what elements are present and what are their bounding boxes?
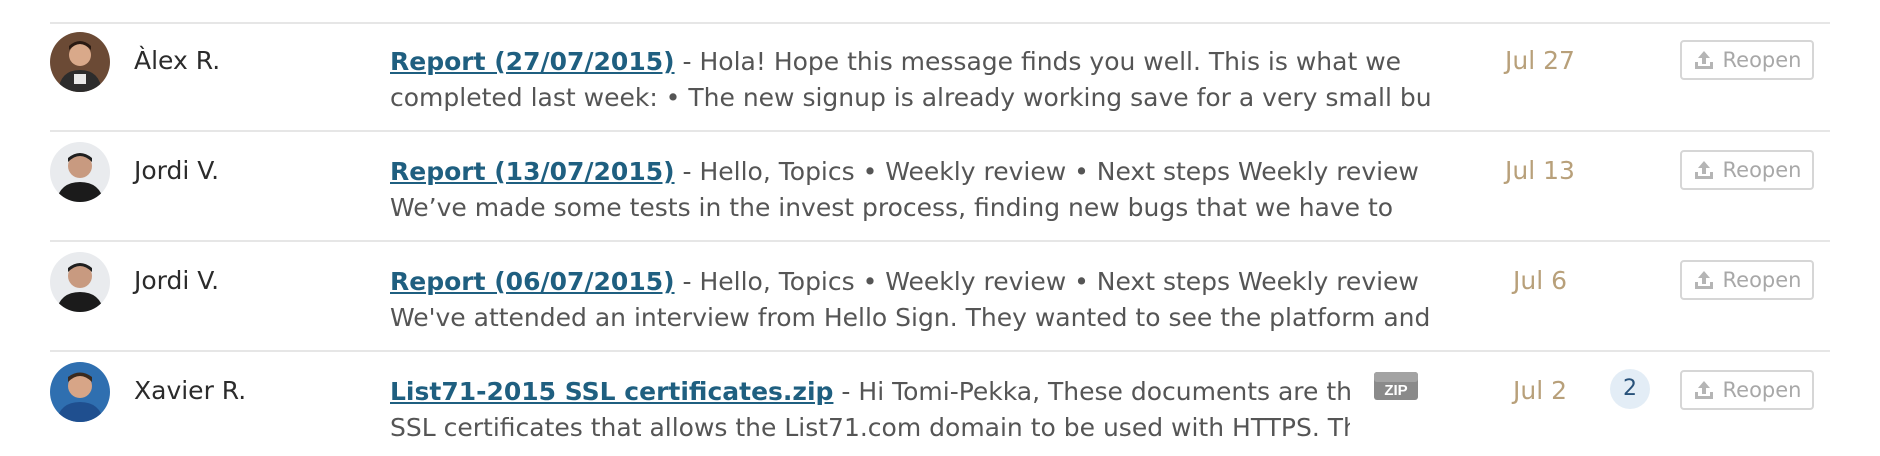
separator: - — [841, 377, 851, 406]
subject-link[interactable]: Report (06/07/2015) — [390, 267, 675, 296]
upload-icon — [1693, 160, 1715, 180]
zip-label: ZIP — [1384, 382, 1407, 399]
separator: - — [682, 47, 692, 76]
separator: - — [682, 157, 692, 186]
reopen-label: Reopen — [1722, 268, 1802, 292]
avatar[interactable] — [50, 32, 110, 92]
subject-link[interactable]: List71-2015 SSL certificates.zip — [390, 377, 833, 406]
message-summary: List71-2015 SSL certificates.zip - Hi To… — [390, 374, 1350, 446]
excerpt-line-1: Hola! Hope this message finds you well. … — [699, 47, 1402, 76]
list-item[interactable]: Àlex R. Report (27/07/2015) - Hola! Hope… — [50, 22, 1830, 132]
excerpt-line-2: We’ve made some tests in the invest proc… — [390, 193, 1394, 222]
reply-count-badge[interactable]: 2 — [1610, 369, 1650, 409]
reopen-button[interactable]: Reopen — [1680, 40, 1814, 80]
subject-link[interactable]: Report (27/07/2015) — [390, 47, 675, 76]
date: Jul 6 — [1512, 266, 1568, 295]
zip-file-icon[interactable]: ZIP — [1372, 366, 1420, 406]
message-summary: Report (27/07/2015) - Hola! Hope this me… — [390, 44, 1430, 116]
date: Jul 2 — [1512, 376, 1568, 405]
reopen-label: Reopen — [1722, 48, 1802, 72]
excerpt-line-2: We've attended an interview from Hello S… — [390, 303, 1430, 332]
upload-icon — [1693, 270, 1715, 290]
message-summary: Report (13/07/2015) - Hello, Topics • We… — [390, 154, 1430, 226]
separator: - — [682, 267, 692, 296]
list-item[interactable]: Jordi V. Report (13/07/2015) - Hello, To… — [50, 132, 1830, 242]
subject-link[interactable]: Report (13/07/2015) — [390, 157, 675, 186]
date: Jul 13 — [1505, 156, 1575, 185]
excerpt-line-2: SSL certificates that allows the List71.… — [390, 413, 1350, 442]
list-item[interactable]: Xavier R. List71-2015 SSL certificates.z… — [50, 352, 1830, 456]
upload-icon — [1693, 380, 1715, 400]
sender-name: Jordi V. — [134, 156, 220, 185]
sender-name: Jordi V. — [134, 266, 220, 295]
avatar[interactable] — [50, 252, 110, 312]
excerpt-line-1: Hello, Topics • Weekly review • Next ste… — [699, 157, 1430, 186]
avatar[interactable] — [50, 142, 110, 202]
excerpt-line-2: completed last week: • The new signup is… — [390, 83, 1430, 112]
upload-icon — [1693, 50, 1715, 70]
discussion-list: Àlex R. Report (27/07/2015) - Hola! Hope… — [0, 0, 1880, 456]
date: Jul 27 — [1505, 46, 1575, 75]
excerpt-line-1: Hi Tomi-Pekka, These documents are the — [858, 377, 1350, 406]
sender-name: Àlex R. — [134, 46, 221, 75]
excerpt-line-1: Hello, Topics • Weekly review • Next ste… — [699, 267, 1430, 296]
reopen-label: Reopen — [1722, 378, 1802, 402]
sender-name: Xavier R. — [134, 376, 247, 405]
avatar[interactable] — [50, 362, 110, 422]
reopen-button[interactable]: Reopen — [1680, 150, 1814, 190]
reopen-label: Reopen — [1722, 158, 1802, 182]
list-item[interactable]: Jordi V. Report (06/07/2015) - Hello, To… — [50, 242, 1830, 352]
message-summary: Report (06/07/2015) - Hello, Topics • We… — [390, 264, 1430, 336]
reopen-button[interactable]: Reopen — [1680, 370, 1814, 410]
reopen-button[interactable]: Reopen — [1680, 260, 1814, 300]
